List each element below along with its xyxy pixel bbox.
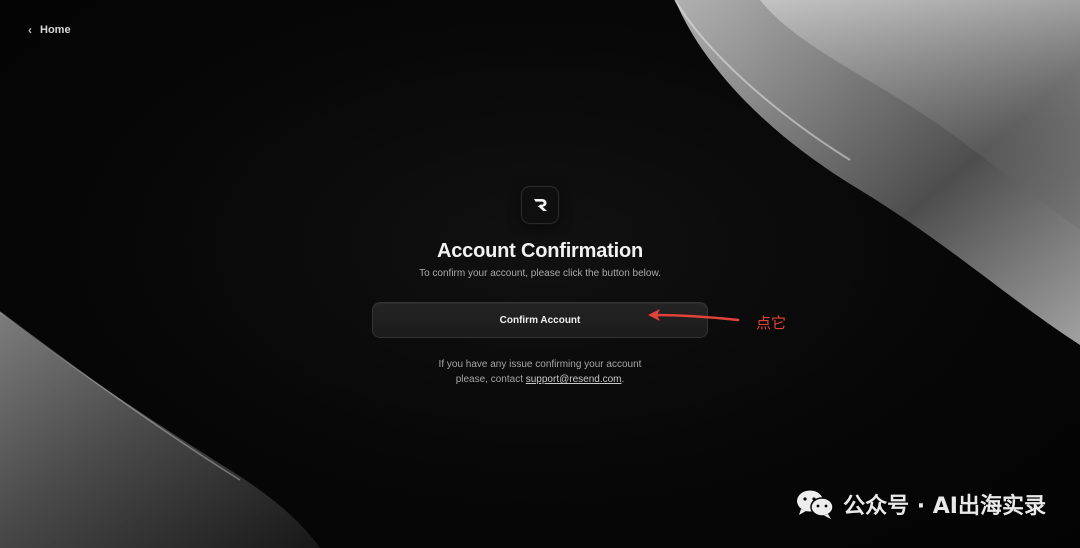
annotation-label: 点它 [756,314,787,332]
resend-logo [521,186,559,224]
watermark: 公众号 · AI出海实录 [795,488,1046,520]
support-email-link[interactable]: support@resend.com [526,374,622,385]
home-link-label: Home [40,24,71,36]
page-title: Account Confirmation [437,240,643,262]
page: ‹ Home Account Confirmation To confirm y… [0,0,1080,548]
watermark-text: 公众号 · AI出海实录 [843,494,1046,519]
chevron-left-icon: ‹ [28,23,32,37]
page-subtitle: To confirm your account, please click th… [419,268,661,279]
home-back-link[interactable]: ‹ Home [28,24,71,36]
help-line-1: If you have any issue confirming your ac… [438,359,642,370]
help-line-2: please, contact support@resend.com. [0,372,1080,387]
annotation-arrow-icon [648,309,740,322]
resend-r-logo-icon [534,199,547,211]
help-prefix: please, contact [455,374,526,385]
help-suffix: . [621,374,625,385]
help-text: If you have any issue confirming your ac… [0,357,1080,387]
wechat-icon [797,490,834,519]
